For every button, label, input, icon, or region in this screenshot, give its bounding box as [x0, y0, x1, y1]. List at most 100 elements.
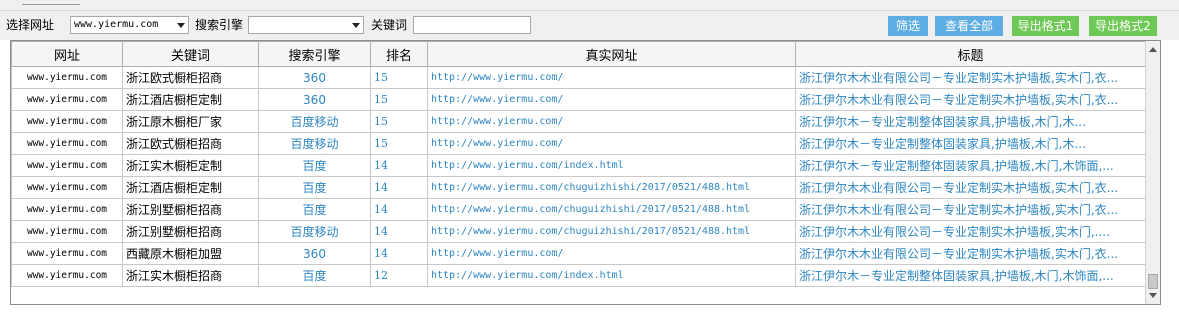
site-select-value: www.yiermu.com [74, 19, 159, 30]
column-header-site[interactable]: 网址 [11, 41, 123, 67]
cell-real-url-link[interactable]: http://www.yiermu.com/index.html [427, 264, 796, 287]
column-header-keyword[interactable]: 关键词 [122, 41, 259, 67]
cell-real-url-link[interactable]: http://www.yiermu.com/index.html [427, 154, 796, 177]
cell-keyword: 浙江欧式橱柜招商 [122, 66, 259, 89]
cell-engine: 百度移动 [258, 220, 371, 243]
cell-real-url-link[interactable]: http://www.yiermu.com/ [427, 66, 796, 89]
cell-keyword: 浙江酒店橱柜定制 [122, 176, 259, 199]
cell-rank: 14 [370, 176, 428, 199]
cell-real-url-link[interactable]: http://www.yiermu.com/ [427, 110, 796, 133]
cell-keyword: 浙江原木橱柜厂家 [122, 110, 259, 133]
scroll-down-arrow-icon[interactable] [1149, 293, 1157, 298]
chevron-down-icon[interactable] [177, 23, 185, 28]
site-label: 选择网址 [6, 18, 55, 32]
keyword-input[interactable] [413, 16, 531, 34]
export-format1-button[interactable]: 导出格式1 [1012, 16, 1079, 36]
cell-real-url-link[interactable]: http://www.yiermu.com/ [427, 88, 796, 111]
cell-site: www.yiermu.com [11, 66, 123, 89]
cell-rank: 15 [370, 88, 428, 111]
cell-title-link[interactable]: 浙江伊尔木－专业定制整体固装家具,护墙板,木门,木... [795, 132, 1145, 155]
cell-engine: 百度 [258, 176, 371, 199]
cell-keyword: 浙江欧式橱柜招商 [122, 132, 259, 155]
vertical-scrollbar[interactable] [1145, 41, 1160, 304]
tab-indicator [22, 0, 80, 5]
cell-keyword: 浙江别墅橱柜招商 [122, 220, 259, 243]
top-strip [0, 0, 1179, 11]
cell-site: www.yiermu.com [11, 88, 123, 111]
engine-label: 搜索引擎 [195, 18, 244, 32]
column-header-rank[interactable]: 排名 [370, 41, 428, 67]
cell-keyword: 西藏原木橱柜加盟 [122, 242, 259, 265]
scrollbar-thumb[interactable] [1148, 274, 1158, 289]
view-all-button[interactable]: 查看全部 [935, 16, 1003, 36]
cell-site: www.yiermu.com [11, 242, 123, 265]
cell-engine: 360 [258, 242, 371, 265]
cell-site: www.yiermu.com [11, 264, 123, 287]
cell-engine: 百度移动 [258, 132, 371, 155]
cell-rank: 15 [370, 66, 428, 89]
cell-title-link[interactable]: 浙江伊尔木－专业定制整体固装家具,护墙板,木门,木饰面,... [795, 154, 1145, 177]
site-select[interactable]: www.yiermu.com [70, 16, 189, 34]
cell-rank: 14 [370, 198, 428, 221]
table-row[interactable]: www.yiermu.com 浙江欧式橱柜招商 360 15 http://ww… [11, 66, 1145, 89]
cell-engine: 百度 [258, 198, 371, 221]
cell-engine: 百度 [258, 154, 371, 177]
table-row[interactable]: www.yiermu.com 浙江原木橱柜厂家 百度移动 15 http://w… [11, 110, 1145, 133]
filter-toolbar: 选择网址 www.yiermu.com 搜索引擎 关键词 筛选 查看全部 导出格… [0, 11, 1179, 40]
table-body: www.yiermu.com 浙江欧式橱柜招商 360 15 http://ww… [11, 66, 1145, 287]
cell-real-url-link[interactable]: http://www.yiermu.com/chuguizhishi/2017/… [427, 198, 796, 221]
column-header-real-url[interactable]: 真实网址 [427, 41, 796, 67]
cell-title-link[interactable]: 浙江伊尔木－专业定制整体固装家具,护墙板,木门,木... [795, 110, 1145, 133]
cell-real-url-link[interactable]: http://www.yiermu.com/ [427, 242, 796, 265]
cell-title-link[interactable]: 浙江伊尔木木业有限公司－专业定制实木护墙板,实木门,衣... [795, 242, 1145, 265]
results-table: 网址 关键词 搜索引擎 排名 真实网址 标题 www.yiermu.com 浙江… [11, 41, 1145, 287]
cell-rank: 14 [370, 242, 428, 265]
cell-title-link[interactable]: 浙江伊尔木木业有限公司－专业定制实木护墙板,实木门,衣... [795, 88, 1145, 111]
chevron-down-icon[interactable] [352, 23, 360, 28]
table-row[interactable]: www.yiermu.com 浙江实木橱柜定制 百度 14 http://www… [11, 154, 1145, 177]
cell-rank: 12 [370, 264, 428, 287]
cell-title-link[interactable]: 浙江伊尔木－专业定制整体固装家具,护墙板,木门,木饰面,... [795, 264, 1145, 287]
export-format2-button[interactable]: 导出格式2 [1089, 16, 1157, 36]
cell-title-link[interactable]: 浙江伊尔木木业有限公司－专业定制实木护墙板,实木门,衣... [795, 66, 1145, 89]
table-header-row: 网址 关键词 搜索引擎 排名 真实网址 标题 [11, 41, 1145, 67]
column-header-title[interactable]: 标题 [795, 41, 1145, 67]
cell-keyword: 浙江别墅橱柜招商 [122, 198, 259, 221]
cell-rank: 15 [370, 132, 428, 155]
cell-site: www.yiermu.com [11, 176, 123, 199]
table-row[interactable]: www.yiermu.com 西藏原木橱柜加盟 360 14 http://ww… [11, 242, 1145, 265]
table-row[interactable]: www.yiermu.com 浙江别墅橱柜招商 百度 14 http://www… [11, 198, 1145, 221]
engine-select[interactable] [248, 16, 364, 34]
keyword-label: 关键词 [371, 18, 408, 32]
cell-real-url-link[interactable]: http://www.yiermu.com/ [427, 132, 796, 155]
cell-site: www.yiermu.com [11, 110, 123, 133]
filter-button[interactable]: 筛选 [888, 16, 928, 36]
table-row[interactable]: www.yiermu.com 浙江欧式橱柜招商 百度移动 15 http://w… [11, 132, 1145, 155]
scroll-up-arrow-icon[interactable] [1149, 47, 1157, 52]
cell-engine: 360 [258, 66, 371, 89]
cell-real-url-link[interactable]: http://www.yiermu.com/chuguizhishi/2017/… [427, 220, 796, 243]
cell-keyword: 浙江实木橱柜定制 [122, 154, 259, 177]
cell-rank: 14 [370, 220, 428, 243]
results-grid: 网址 关键词 搜索引擎 排名 真实网址 标题 www.yiermu.com 浙江… [10, 40, 1161, 305]
cell-site: www.yiermu.com [11, 198, 123, 221]
cell-title-link[interactable]: 浙江伊尔木木业有限公司－专业定制实木护墙板,实木门,.... [795, 220, 1145, 243]
column-header-engine[interactable]: 搜索引擎 [258, 41, 371, 67]
cell-title-link[interactable]: 浙江伊尔木木业有限公司－专业定制实木护墙板,实木门,衣... [795, 176, 1145, 199]
cell-keyword: 浙江酒店橱柜定制 [122, 88, 259, 111]
cell-engine: 百度移动 [258, 110, 371, 133]
table-row[interactable]: www.yiermu.com 浙江实木橱柜招商 百度 12 http://www… [11, 264, 1145, 287]
table-row[interactable]: www.yiermu.com 浙江酒店橱柜定制 360 15 http://ww… [11, 88, 1145, 111]
cell-site: www.yiermu.com [11, 132, 123, 155]
cell-site: www.yiermu.com [11, 154, 123, 177]
cell-real-url-link[interactable]: http://www.yiermu.com/chuguizhishi/2017/… [427, 176, 796, 199]
cell-site: www.yiermu.com [11, 220, 123, 243]
cell-engine: 360 [258, 88, 371, 111]
cell-rank: 15 [370, 110, 428, 133]
cell-keyword: 浙江实木橱柜招商 [122, 264, 259, 287]
cell-engine: 百度 [258, 264, 371, 287]
results-grid-viewport: 网址 关键词 搜索引擎 排名 真实网址 标题 www.yiermu.com 浙江… [11, 41, 1145, 304]
table-row[interactable]: www.yiermu.com 浙江酒店橱柜定制 百度 14 http://www… [11, 176, 1145, 199]
table-row[interactable]: www.yiermu.com 浙江别墅橱柜招商 百度移动 14 http://w… [11, 220, 1145, 243]
cell-title-link[interactable]: 浙江伊尔木木业有限公司－专业定制实木护墙板,实木门,衣... [795, 198, 1145, 221]
